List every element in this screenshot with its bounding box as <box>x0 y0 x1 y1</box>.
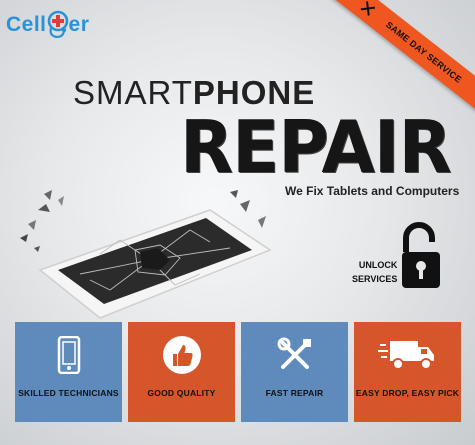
same-day-service-ribbon: SAME DAY SERVICE <box>321 0 475 118</box>
headline-smart: SMART <box>73 74 193 111</box>
unlock-line1: UNLOCK <box>358 260 398 270</box>
subheading: We Fix Tablets and Computers <box>285 184 460 198</box>
delivery-truck-icon <box>377 341 434 370</box>
unlock-services-label: UNLOCK SERVICES <box>352 258 397 286</box>
ribbon-text: SAME DAY SERVICE <box>384 19 464 85</box>
unlock-line2: SERVICES <box>352 274 398 284</box>
stethoscope-icon <box>47 10 68 39</box>
feature-skilled-technicians: SKILLED TECHNICIANS <box>15 322 122 422</box>
feature-easy-drop: EASY DROP, EASY PICK <box>354 322 461 422</box>
broken-phone-illustration <box>20 190 272 319</box>
logo-text-prefix: Cell <box>6 13 47 36</box>
tools-icon <box>277 337 311 369</box>
feature-good-quality: GOOD QUALITY <box>128 322 235 422</box>
feature-label: SKILLED TECHNICIANS <box>18 388 119 398</box>
feature-row: SKILLED TECHNICIANS GOOD QUALITY FAST RE… <box>15 322 461 422</box>
feature-label: EASY DROP, EASY PICK <box>355 388 460 398</box>
feature-fast-repair: FAST REPAIR <box>241 322 348 422</box>
feature-label: FAST REPAIR <box>265 388 324 398</box>
tools-cross-icon <box>361 1 376 16</box>
poster: Cell er SAME DAY SERVICE SMARTPHONE REPA… <box>0 0 475 445</box>
logo-text-suffix: er <box>68 13 90 36</box>
thumbs-up-icon <box>162 336 201 374</box>
open-padlock-icon <box>402 222 440 288</box>
brand-logo: Cell er <box>6 10 89 40</box>
smartphone-icon <box>57 336 80 374</box>
feature-label: GOOD QUALITY <box>147 388 216 398</box>
headline-repair: REPAIR <box>180 105 452 190</box>
